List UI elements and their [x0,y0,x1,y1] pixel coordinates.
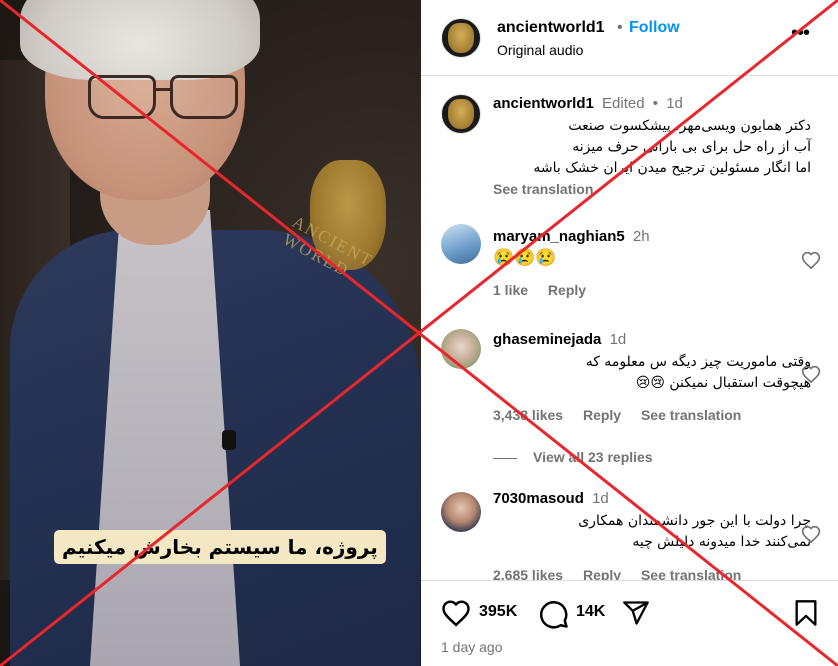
caption-line: اما انگار مسئولین ترجیح میدن ایران خشک ب… [533,160,811,176]
commenter-avatar[interactable] [441,329,481,369]
edited-label: Edited [602,95,645,112]
comment-line: هیچوقت استقبال نمیکنن 😢😢 [635,375,811,391]
comment-text: چرا دولت با این جور دانشمندان همکاری نمی… [493,511,811,553]
comment-likes[interactable]: 2,685 likes [493,567,563,580]
post-header: ancientworld1 • Follow Original audio ••… [421,0,838,76]
comment-time: 1d [592,490,609,507]
comment-item: maryam_naghian5 2h 😢😢😢 1 like Reply [441,224,831,304]
author-avatar-small[interactable] [441,94,481,134]
view-replies-text[interactable]: View all 23 replies [533,449,653,465]
reply-button[interactable]: Reply [548,282,586,298]
comment-item: 7030masoud 1d چرا دولت با این جور دانشمن… [441,489,831,580]
commenter-username-text[interactable]: maryam_naghian5 [493,228,625,245]
separator-dot: • [652,95,659,112]
commenter-username-text[interactable]: ghaseminejada [493,331,601,348]
caption-line: آب از راه حل برای بی بارانی حرف میزنه [572,139,811,155]
commenter-username[interactable]: maryam_naghian5 2h [493,228,650,245]
video-player[interactable]: ANCIENT WORLD پروژه، ما سیستم بخارش میکن… [0,0,421,666]
reply-button[interactable]: Reply [583,407,621,423]
video-caption: پروژه، ما سیستم بخارش میکنیم [54,530,386,564]
eyeglasses-right [170,75,238,119]
author-username[interactable]: ancientworld1 [497,19,605,37]
share-icon[interactable] [621,599,651,627]
likes-count[interactable]: 395K [479,603,517,621]
ancient-world-watermark: ANCIENT WORLD [280,150,410,281]
see-translation-link[interactable]: See translation [641,407,741,423]
follow-button[interactable]: Follow [629,19,680,37]
lion-logo-icon [448,99,474,129]
lion-logo-icon [448,23,474,53]
comments-count[interactable]: 14K [576,603,605,621]
original-audio-link[interactable]: Original audio [497,42,583,58]
comment-time: 1d [609,331,627,348]
comment-meta: 2,685 likes Reply See translation [493,567,757,580]
commenter-avatar[interactable] [441,492,481,532]
comment-line: وقتی ماموریت چیز دیگه س معلومه که [585,354,811,370]
like-comment-heart-icon[interactable] [801,525,821,545]
see-translation-link[interactable]: See translation [493,181,593,197]
like-comment-heart-icon[interactable] [801,251,821,271]
comment-time: 2h [632,228,650,245]
more-options-icon[interactable]: ••• [791,22,810,45]
comment-likes[interactable]: 1 like [493,282,528,298]
commenter-username[interactable]: ghaseminejada 1d [493,331,626,348]
commenter-username-text[interactable]: 7030masoud [493,490,584,507]
caption-username[interactable]: ancientworld1 Edited • 1d [493,95,683,112]
comment-meta: 3,438 likes Reply See translation [493,407,757,423]
comment-text: وقتی ماموریت چیز دیگه س معلومه که هیچوقت… [493,352,811,394]
caption-username-text[interactable]: ancientworld1 [493,95,594,112]
comment-icon[interactable] [539,599,569,629]
see-translation-link[interactable]: See translation [641,567,741,580]
reply-button[interactable]: Reply [583,567,621,580]
comment-line: چرا دولت با این جور دانشمندان همکاری [578,513,811,529]
like-comment-heart-icon[interactable] [801,365,821,385]
comment-line: نمی‌کنند خدا میدونه دلیلش چیه [632,534,811,550]
bookmark-icon[interactable] [793,599,819,627]
eyeglasses-bridge [155,88,171,91]
comment-likes[interactable]: 3,438 likes [493,407,563,423]
view-replies-link[interactable]: View all 23 replies [493,449,793,465]
caption-line: دکتر همایون ویسی‌مهر، پیشکسوت صنعت [568,118,811,134]
comments-scroll[interactable]: ancientworld1 Edited • 1d دکتر همایون وی… [421,77,838,580]
posted-time: 1 day ago [441,639,503,655]
like-heart-icon[interactable] [441,599,471,627]
comment-text: 😢😢😢 [493,248,557,267]
person-hair [20,0,260,80]
caption-text: دکتر همایون ویسی‌مهر، پیشکسوت صنعت آب از… [493,116,811,179]
commenter-username[interactable]: 7030masoud 1d [493,490,609,507]
caption-comment: ancientworld1 Edited • 1d دکتر همایون وی… [441,94,831,204]
author-avatar[interactable] [441,18,481,58]
eyeglasses-left [88,75,156,119]
comment-item: ghaseminejada 1d وقتی ماموریت چیز دیگه س… [441,327,831,467]
action-bar: 395K 14K 1 day ago [421,580,838,666]
lapel-mic [222,430,236,450]
commenter-avatar[interactable] [441,224,481,264]
caption-time: 1d [666,95,683,112]
comment-meta: 1 like Reply [493,282,602,298]
replies-divider [493,457,517,459]
post-panel: ancientworld1 • Follow Original audio ••… [421,0,838,666]
separator-dot: • [617,19,623,36]
